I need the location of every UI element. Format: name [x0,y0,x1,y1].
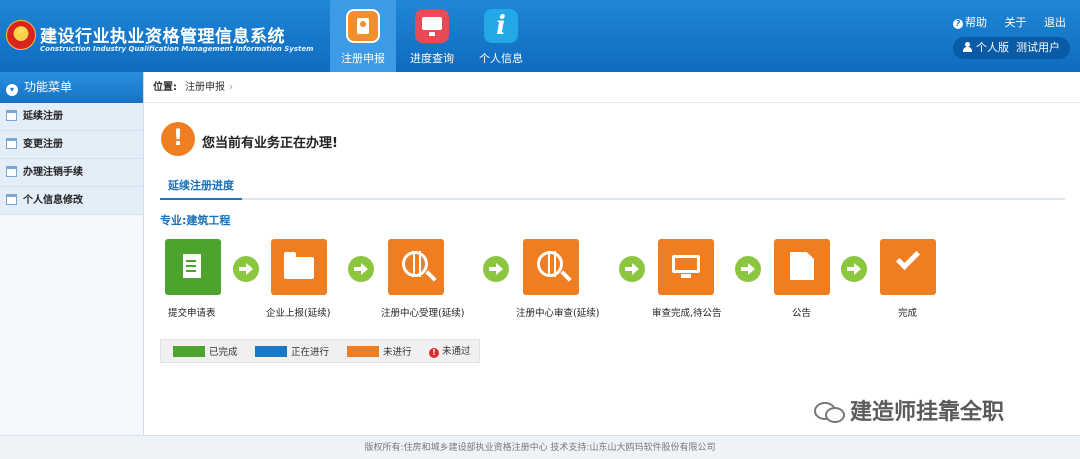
footer: 版权所有:住房和城乡建设部执业资格注册中心 技术支持:山东山大鸥玛软件股份有限公… [0,435,1080,459]
nav-tab-label: 进度查询 [410,52,454,65]
warning-icon: ! [161,122,195,156]
sidebar-heading-label: 功能菜单 [24,80,73,94]
nav-tab-register[interactable]: 注册申报 [330,0,396,72]
step-label: 注册中心审查(延续) [516,308,600,319]
wechat-icon [814,400,845,423]
breadcrumb-prefix: 位置: [153,82,177,93]
info-icon: i [484,9,518,43]
monitor-icon [672,255,700,278]
legend-failed: ! 未通过 [429,346,471,358]
breadcrumb-current[interactable]: 注册申报 [185,82,225,93]
sidebar-item-label: 个人信息修改 [23,195,83,206]
globe-search-icon [402,251,428,277]
watermark: 建造师挂靠全职 [814,394,1004,426]
user-icon [963,42,972,52]
arrow-right-icon [348,256,374,282]
sidebar-item-label: 延续注册 [23,111,63,122]
calendar-icon [6,138,17,149]
arrow-right-icon [841,256,867,282]
step-label: 企业上报(延续) [266,308,331,319]
system-title: 建设行业执业资格管理信息系统 [40,27,285,47]
step-complete [880,239,936,295]
help-icon: ? [953,19,963,29]
user-edition: 个人版 [976,41,1009,54]
about-link[interactable]: 关于 [1005,16,1027,29]
legend-swatch [255,346,287,357]
arrow-right-icon [233,256,259,282]
alert-message: 您当前有业务正在办理! [202,136,338,151]
sidebar-item-profile-edit[interactable]: 个人信息修改 [0,187,143,215]
globe-search-icon [537,251,563,277]
step-label: 审查完成,待公告 [652,308,722,319]
step-center-accept [388,239,444,295]
step-label: 完成 [898,308,918,319]
nav-tab-progress[interactable]: 进度查询 [399,0,465,72]
fail-icon: ! [429,348,439,358]
app-header: ★ 建设行业执业资格管理信息系统 Construction Industry Q… [0,0,1080,72]
nav-tab-personal-info[interactable]: i 个人信息 [468,0,534,72]
progress-monitor-icon [415,9,449,43]
sidebar-item-renewal[interactable]: 延续注册 [0,103,143,131]
step-submit-form [165,239,221,295]
legend-in-progress: 正在进行 [255,346,329,358]
step-label: 注册中心受理(延续) [381,308,465,319]
legend-done: 已完成 [173,346,238,358]
status-legend: 已完成 正在进行 未进行 ! 未通过 [160,339,480,363]
chevron-down-icon: ▾ [6,84,18,96]
top-links: ? 帮助 关于 退出 [939,14,1066,30]
legend-swatch [347,346,379,357]
national-emblem-logo: ★ [6,20,36,50]
arrow-right-icon [735,256,761,282]
calendar-icon [6,166,17,177]
step-label: 提交申请表 [168,308,216,319]
user-badge[interactable]: 个人版 测试用户 [953,37,1070,59]
user-name: 测试用户 [1016,41,1060,54]
checkmark-icon [895,245,921,271]
sidebar-item-change[interactable]: 变更注册 [0,131,143,159]
legend-todo: 未进行 [347,346,412,358]
arrow-right-icon [483,256,509,282]
chevron-right-icon: › [229,82,233,93]
step-enterprise-report [271,239,327,295]
sidebar-item-label: 变更注册 [23,139,63,150]
step-review-complete [658,239,714,295]
sidebar-item-label: 办理注销手续 [23,167,83,178]
step-center-review [523,239,579,295]
step-announcement [774,239,830,295]
breadcrumb: 位置: 注册申报 › [145,72,1080,103]
calendar-icon [6,110,17,121]
help-link[interactable]: ? 帮助 [953,16,987,29]
folder-lock-icon [284,252,314,279]
major-label: 专业:建筑工程 [160,214,231,227]
calendar-icon [6,194,17,205]
sidebar-item-cancellation[interactable]: 办理注销手续 [0,159,143,187]
exit-link[interactable]: 退出 [1044,16,1066,29]
arrow-right-icon [619,256,645,282]
nav-tab-label: 个人信息 [479,52,523,65]
register-icon [346,9,380,43]
tab-renewal-progress[interactable]: 延续注册进度 [160,177,242,200]
tab-underline [160,198,1065,200]
step-label: 公告 [792,308,812,319]
sidebar-heading[interactable]: ▾ 功能菜单 [0,72,143,103]
sidebar: ▾ 功能菜单 延续注册 变更注册 办理注销手续 个人信息修改 [0,72,144,435]
system-subtitle: Construction Industry Qualification Mana… [40,45,314,53]
nav-tab-label: 注册申报 [341,52,385,65]
form-submit-icon [183,254,201,278]
legend-swatch [173,346,205,357]
document-icon [790,252,814,280]
